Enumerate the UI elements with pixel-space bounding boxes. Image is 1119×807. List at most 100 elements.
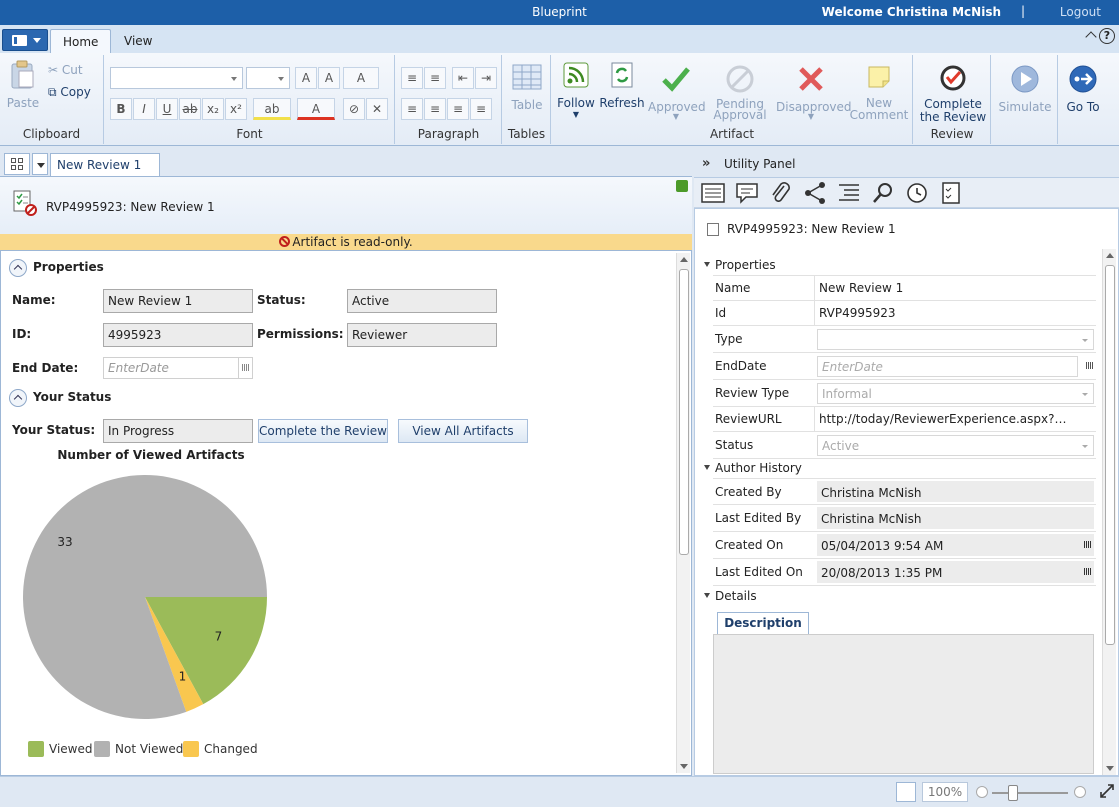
ribbon-tab-row: Home View ? xyxy=(0,25,1119,53)
pending-approval-button[interactable]: Pending Approval xyxy=(704,63,776,121)
scroll-down-icon[interactable] xyxy=(680,764,688,769)
scroll-down-icon[interactable] xyxy=(1106,766,1114,771)
font-color-icon[interactable]: A xyxy=(297,98,335,120)
prop-name-value[interactable]: New Review 1 xyxy=(814,276,1096,300)
review-artifact-icon xyxy=(13,190,37,216)
review-type-select[interactable]: Informal xyxy=(817,383,1094,404)
review-checklist-icon[interactable] xyxy=(938,181,964,205)
paste-button[interactable]: Paste xyxy=(6,59,40,110)
attachment-icon[interactable] xyxy=(768,181,794,205)
refresh-button[interactable]: Refresh xyxy=(598,59,646,110)
end-date-field[interactable]: EnterDate xyxy=(103,357,253,379)
text-style-icon[interactable]: A xyxy=(343,67,379,89)
decrease-indent-icon[interactable]: ⇤ xyxy=(452,67,474,89)
relationships-icon[interactable] xyxy=(802,181,828,205)
refresh-icon xyxy=(611,62,633,88)
tab-view[interactable]: View xyxy=(112,29,164,53)
discussion-icon[interactable] xyxy=(734,181,760,205)
collapse-ribbon-icon[interactable] xyxy=(1085,31,1097,43)
search-icon[interactable] xyxy=(870,181,896,205)
highlight-icon[interactable]: ab xyxy=(253,98,291,120)
calendar-icon[interactable] xyxy=(238,358,252,378)
view-all-artifacts-button[interactable]: View All Artifacts xyxy=(398,419,528,443)
new-comment-button[interactable]: New Comment xyxy=(848,61,910,121)
strikethrough-icon[interactable]: ab xyxy=(179,98,201,120)
last-edited-on-text: 20/08/2013 1:35 PM xyxy=(821,566,943,580)
utility-panel-scrollbar[interactable] xyxy=(1102,249,1116,775)
clock-icon[interactable] xyxy=(904,181,930,205)
cut-button[interactable]: ✂ Cut xyxy=(48,63,83,77)
app-menu-button[interactable] xyxy=(2,29,48,51)
tab-list-dropdown-icon[interactable] xyxy=(32,153,48,175)
prop-reviewurl-value[interactable]: http://today/ReviewerExperience.aspx?… xyxy=(814,407,1096,431)
font-family-select[interactable] xyxy=(110,67,243,89)
description-tab[interactable]: Description xyxy=(717,612,809,635)
zoom-out-icon[interactable] xyxy=(976,786,988,798)
fullscreen-icon[interactable] xyxy=(1099,783,1115,799)
rss-icon[interactable] xyxy=(676,180,688,192)
approved-button[interactable]: Approved ▼ xyxy=(648,63,706,121)
logout-link[interactable]: Logout xyxy=(1060,5,1101,19)
ribbon: Paste ✂ Cut ⧉ Copy Clipboard A A A B I U… xyxy=(0,53,1119,146)
subscript-icon[interactable]: x₂ xyxy=(202,98,224,120)
underline-icon[interactable]: U xyxy=(156,98,178,120)
align-left-icon[interactable]: ≡ xyxy=(401,98,423,120)
document-tab[interactable]: New Review 1 xyxy=(50,153,160,176)
complete-review-ribbon-button[interactable]: Complete the Review xyxy=(918,61,988,124)
prop-row-created-on: Created On 05/04/2013 9:54 AM xyxy=(713,532,1096,559)
help-icon[interactable]: ? xyxy=(1099,28,1115,44)
simulate-button[interactable]: Simulate xyxy=(996,63,1054,114)
link-icon[interactable]: ⊘ xyxy=(343,98,365,120)
grid-view-icon[interactable] xyxy=(4,153,30,175)
table-button[interactable]: Table xyxy=(507,61,547,112)
scroll-up-icon[interactable] xyxy=(1106,253,1114,258)
prop-status-label: Status xyxy=(715,438,754,452)
align-right-icon[interactable]: ≡ xyxy=(447,98,469,120)
fit-to-screen-icon[interactable] xyxy=(896,782,916,802)
goto-button[interactable]: Go To xyxy=(1060,63,1106,114)
collapse-your-status-icon[interactable] xyxy=(9,389,27,407)
follow-button[interactable]: Follow ▼ xyxy=(554,59,598,119)
justify-icon[interactable]: ≡ xyxy=(470,98,492,120)
tab-home[interactable]: Home xyxy=(50,29,112,53)
history-icon[interactable] xyxy=(836,181,862,205)
collapse-properties-icon[interactable] xyxy=(9,259,27,277)
zoom-slider-thumb[interactable] xyxy=(1008,785,1018,801)
scrollbar-thumb[interactable] xyxy=(1105,265,1115,645)
collapse-panel-icon[interactable]: » xyxy=(702,156,710,171)
disapproved-button[interactable]: Disapproved ▼ xyxy=(776,63,852,121)
complete-review-button[interactable]: Complete the Review xyxy=(258,419,388,443)
shrink-font-icon[interactable]: A xyxy=(318,67,340,89)
align-center-icon[interactable]: ≡ xyxy=(424,98,446,120)
review-group-label: Review xyxy=(930,127,974,141)
properties-group[interactable]: Properties xyxy=(704,258,776,272)
document-scrollbar[interactable] xyxy=(676,253,690,773)
properties-icon[interactable] xyxy=(700,181,726,205)
clear-format-icon[interactable]: ✕ xyxy=(366,98,388,120)
status-select[interactable]: Active xyxy=(817,435,1094,456)
author-history-group[interactable]: Author History xyxy=(704,461,802,475)
clipboard-group-label: Clipboard xyxy=(22,127,81,141)
document-tab-bar: New Review 1 xyxy=(0,150,692,176)
description-editor[interactable] xyxy=(713,634,1094,774)
zoom-slider-track[interactable] xyxy=(992,792,1068,794)
increase-indent-icon[interactable]: ⇥ xyxy=(475,67,497,89)
italic-icon[interactable]: I xyxy=(133,98,155,120)
legend-swatch-not-viewed xyxy=(94,741,110,757)
enddate-input[interactable]: EnterDate xyxy=(817,356,1093,377)
copy-button[interactable]: ⧉ Copy xyxy=(48,85,91,100)
zoom-in-icon[interactable] xyxy=(1074,786,1086,798)
new-comment-label: New Comment xyxy=(849,96,909,122)
details-group[interactable]: Details xyxy=(704,589,757,603)
bullet-list-icon[interactable]: ≡ xyxy=(401,67,423,89)
bold-icon[interactable]: B xyxy=(110,98,132,120)
superscript-icon[interactable]: x² xyxy=(225,98,247,120)
scrollbar-thumb[interactable] xyxy=(679,269,689,555)
zoom-level[interactable]: 100% xyxy=(922,782,968,802)
grow-font-icon[interactable]: A xyxy=(295,67,317,89)
scroll-up-icon[interactable] xyxy=(680,257,688,262)
numbered-list-icon[interactable]: ≡ xyxy=(424,67,446,89)
font-size-select[interactable] xyxy=(246,67,290,89)
type-select[interactable] xyxy=(817,329,1094,350)
prop-row-id: Id RVP4995923 xyxy=(713,301,1096,326)
